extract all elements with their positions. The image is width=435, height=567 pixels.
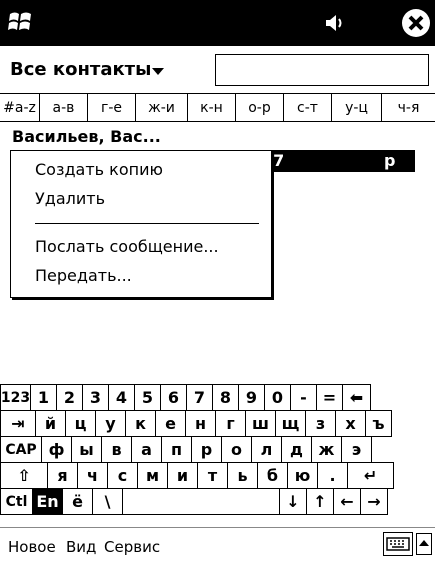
- key-10[interactable]: ж: [311, 436, 342, 463]
- tab-o-r[interactable]: о-р: [236, 94, 284, 121]
- menu-new[interactable]: Новое: [8, 538, 56, 556]
- tab-u-ts[interactable]: у-ц: [332, 94, 382, 121]
- key-9[interactable]: д: [281, 436, 312, 463]
- key-5[interactable]: п: [161, 436, 192, 463]
- category-dropdown[interactable]: Все контакты: [10, 59, 151, 80]
- backslash-key[interactable]: \: [92, 488, 123, 515]
- equals-key[interactable]: =: [316, 384, 343, 411]
- arrow-down-key[interactable]: ↓: [279, 488, 307, 515]
- key-8[interactable]: 8: [212, 384, 239, 411]
- contact-list-item[interactable]: Васильев, Вас...: [12, 127, 161, 146]
- key-5[interactable]: и: [167, 462, 198, 489]
- enter-key[interactable]: ↵: [347, 462, 394, 489]
- chevron-down-icon[interactable]: [152, 68, 164, 75]
- key-6[interactable]: т: [197, 462, 228, 489]
- close-icon[interactable]: [402, 9, 430, 37]
- tab-zh-i[interactable]: ж-и: [136, 94, 188, 121]
- key-5[interactable]: 5: [134, 384, 161, 411]
- key-6[interactable]: р: [191, 436, 222, 463]
- tab-s-t[interactable]: с-т: [284, 94, 332, 121]
- key-6[interactable]: 6: [160, 384, 187, 411]
- numeric-key[interactable]: 123: [0, 384, 31, 411]
- key-4[interactable]: а: [131, 436, 162, 463]
- soft-keyboard: 123 1 2 3 4 5 6 7 8 9 0- = ⬅ ⇥ й ц у к е н г ш щ з х ъ CAP ф ы в а п р о л…: [0, 384, 435, 515]
- space-key[interactable]: [122, 488, 280, 515]
- tab-g-e[interactable]: г-е: [88, 94, 136, 121]
- tab-ch-ya[interactable]: ч-я: [382, 94, 435, 121]
- clock[interactable]: 12:49: [346, 12, 403, 33]
- tab-key[interactable]: ⇥: [0, 410, 36, 437]
- key-4[interactable]: к: [125, 410, 156, 437]
- shift-key[interactable]: ⇧: [0, 462, 48, 489]
- menu-item-copy[interactable]: Создать копию: [35, 160, 163, 179]
- key-1[interactable]: й: [35, 410, 66, 437]
- key-4[interactable]: м: [137, 462, 168, 489]
- key-5[interactable]: е: [155, 410, 186, 437]
- menu-separator: [35, 223, 259, 224]
- key-1[interactable]: я: [47, 462, 78, 489]
- key-2[interactable]: ц: [65, 410, 96, 437]
- key-9[interactable]: ю: [287, 462, 318, 489]
- contact-phone-type: р: [384, 151, 396, 170]
- keyboard-icon[interactable]: [383, 532, 413, 556]
- key-9[interactable]: щ: [275, 410, 306, 437]
- key-6[interactable]: н: [185, 410, 216, 437]
- search-input[interactable]: [215, 54, 429, 86]
- key-7[interactable]: о: [221, 436, 252, 463]
- tab-k-n[interactable]: к-н: [188, 94, 236, 121]
- tab-a-z[interactable]: #a-z: [0, 94, 40, 121]
- menu-tools[interactable]: Сервис: [104, 538, 160, 556]
- key-7[interactable]: ь: [227, 462, 258, 489]
- tab-a-v[interactable]: а-в: [40, 94, 88, 121]
- menu-view[interactable]: Вид: [66, 538, 96, 556]
- key-12[interactable]: ъ: [365, 410, 392, 437]
- key-7[interactable]: г: [215, 410, 246, 437]
- key-2[interactable]: ы: [71, 436, 102, 463]
- key-11[interactable]: х: [335, 410, 366, 437]
- key-3[interactable]: 3: [82, 384, 109, 411]
- key-8[interactable]: ш: [245, 410, 276, 437]
- language-key[interactable]: En: [32, 488, 63, 515]
- period-key[interactable]: .: [317, 462, 348, 489]
- key-1[interactable]: 1: [30, 384, 57, 411]
- menu-item-delete[interactable]: Удалить: [35, 189, 105, 208]
- volume-icon[interactable]: [324, 14, 346, 32]
- key-4[interactable]: 4: [108, 384, 135, 411]
- command-bar: Новое Вид Сервис: [0, 527, 435, 567]
- key-3[interactable]: с: [107, 462, 138, 489]
- key-3[interactable]: у: [95, 410, 126, 437]
- key-2[interactable]: ё: [62, 488, 93, 515]
- key-10[interactable]: з: [305, 410, 336, 437]
- ctrl-key[interactable]: Ctl: [0, 488, 33, 515]
- key-3[interactable]: в: [101, 436, 132, 463]
- key-10[interactable]: 0: [264, 384, 291, 411]
- caps-lock-key[interactable]: CAP: [0, 436, 42, 463]
- menu-item-send-message[interactable]: Послать сообщение...: [35, 237, 219, 256]
- menu-item-beam[interactable]: Передать...: [35, 266, 132, 285]
- arrow-right-key[interactable]: →: [360, 488, 388, 515]
- key-1[interactable]: ф: [41, 436, 72, 463]
- key-7[interactable]: 7: [186, 384, 213, 411]
- key-8[interactable]: л: [251, 436, 282, 463]
- backspace-key[interactable]: ⬅: [342, 384, 371, 411]
- app-title: Контакты: [44, 12, 146, 33]
- arrow-up-key[interactable]: ↑: [306, 488, 334, 515]
- context-menu: Создать копию Удалить Послать сообщение.…: [10, 150, 272, 298]
- alphabet-tabs: #a-z а-в г-е ж-и к-н о-р с-т у-ц ч-я: [0, 93, 435, 122]
- key-2[interactable]: ч: [77, 462, 108, 489]
- key-8[interactable]: б: [257, 462, 288, 489]
- chevron-up-icon[interactable]: [416, 533, 432, 555]
- key-11[interactable]: э: [341, 436, 372, 463]
- key-2[interactable]: 2: [56, 384, 83, 411]
- arrow-left-key[interactable]: ←: [333, 488, 361, 515]
- minus-key[interactable]: -: [290, 384, 317, 411]
- windows-start-icon[interactable]: [6, 8, 36, 38]
- key-9[interactable]: 9: [238, 384, 265, 411]
